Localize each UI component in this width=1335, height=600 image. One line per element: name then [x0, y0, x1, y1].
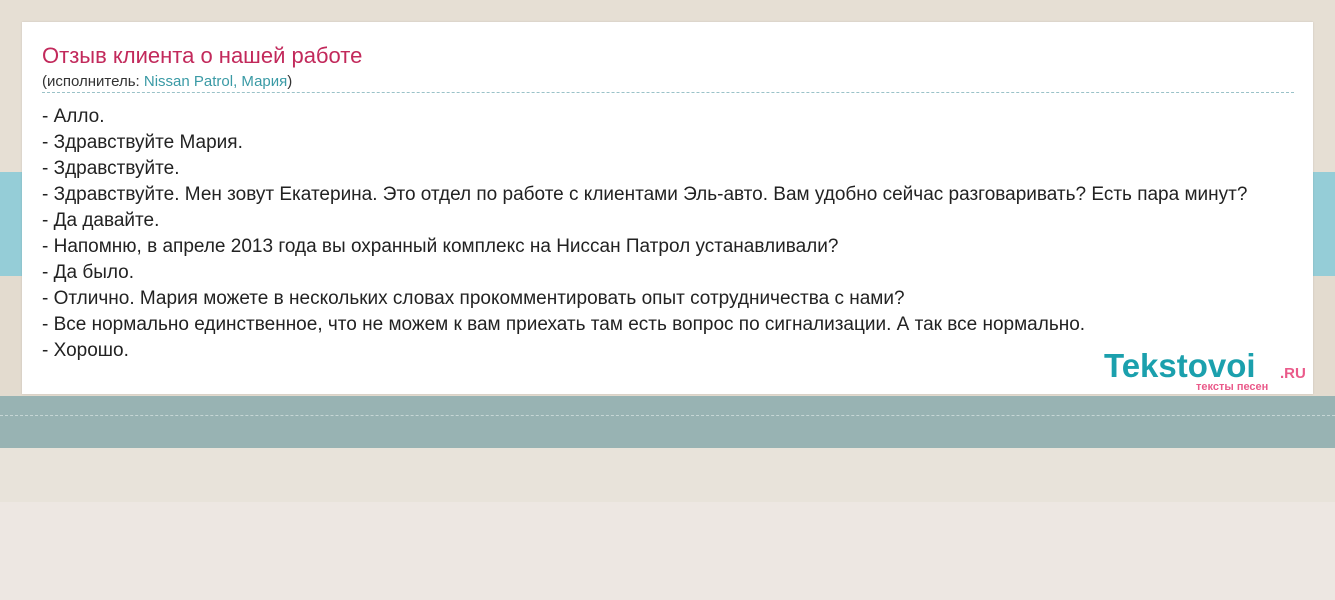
lyrics-line: - Да было. [42, 262, 135, 283]
performer-prefix: (исполнитель: [42, 73, 144, 90]
lyrics-line: - Хорошо. [42, 340, 129, 361]
lyrics-line: - Алло. [42, 106, 105, 127]
performer-suffix: ) [287, 73, 293, 90]
logo-tld: .RU [1280, 365, 1306, 382]
background-dashed-line [0, 415, 1335, 416]
title-divider [42, 92, 1294, 93]
logo-name: Tekstovoi [1104, 347, 1256, 384]
background-teal-band [0, 396, 1335, 448]
background-light-band [0, 448, 1335, 502]
performer-line: (исполнитель: Nissan Patrol, Мария) [42, 73, 292, 90]
lyrics-line: - Здравствуйте. Мен зовут Екатерина. Это… [42, 184, 1248, 205]
lyrics-line: - Все нормально единственное, что не мож… [42, 314, 1086, 335]
lyrics-line: - Напомню, в апреле 2013 года вы охранны… [42, 236, 839, 257]
lyrics-line: - Здравствуйте. [42, 158, 180, 179]
lyrics-line: - Отлично. Мария можете в нескольких сло… [42, 288, 905, 309]
lyrics-line: - Здравствуйте Мария. [42, 132, 243, 153]
lyrics-line: - Да давайте. [42, 210, 160, 231]
logo-tagline: тексты песен [1196, 381, 1269, 393]
song-title: Отзыв клиента о нашей работе [42, 43, 363, 68]
lyrics-text: - Алло. - Здравствуйте Мария. - Здравств… [42, 104, 1247, 364]
background-bottom [0, 502, 1335, 600]
performer-link[interactable]: Nissan Patrol, Мария [144, 73, 287, 90]
site-logo[interactable]: Tekstovoi .RU тексты песен [1104, 348, 1314, 394]
lyrics-card: Отзыв клиента о нашей работе (исполнител… [22, 22, 1313, 394]
